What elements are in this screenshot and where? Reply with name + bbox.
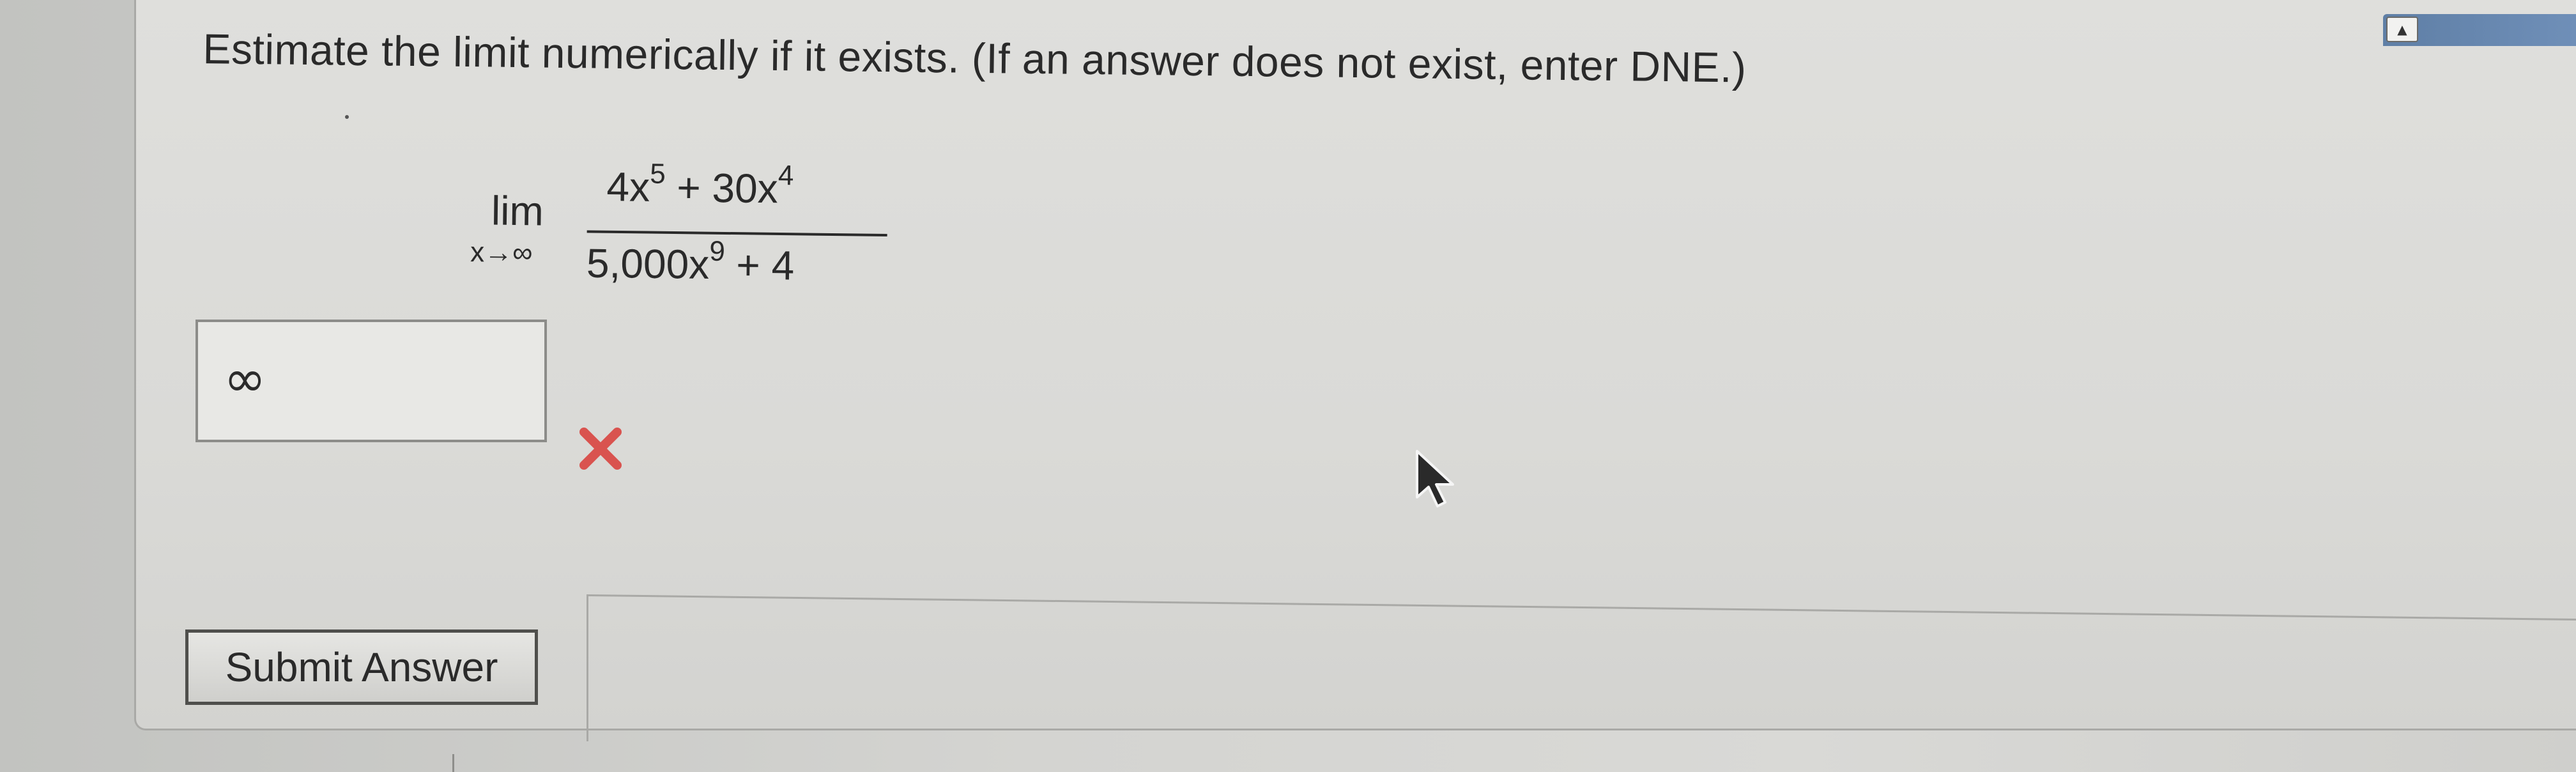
numerator-term-2: + 30x	[665, 164, 779, 212]
numerator-term-1: 4x	[606, 164, 650, 210]
denominator-term-1: 5,000x	[586, 240, 710, 288]
answer-input[interactable]: ∞	[195, 320, 547, 442]
numerator-exp-2: 4	[778, 159, 794, 192]
screen: ▲ Estimate the limit numerically if it e…	[0, 0, 2576, 772]
denominator-exp-1: 9	[709, 235, 726, 267]
lim-subscript: x→∞	[470, 236, 533, 269]
fraction: 4x5 + 30x4 5,000x9 + 4	[586, 158, 888, 312]
close-icon	[579, 428, 622, 470]
answer-value: ∞	[224, 349, 266, 408]
mouse-pointer-icon	[1416, 450, 1454, 507]
up-arrow-icon[interactable]: ▲	[2386, 17, 2418, 42]
numerator: 4x5 + 30x4	[606, 158, 794, 213]
bottom-tick	[452, 754, 454, 772]
submit-answer-button[interactable]: Submit Answer	[185, 629, 538, 705]
numerator-exp-1: 5	[650, 158, 666, 190]
stray-dot	[345, 115, 349, 119]
lim-label: lim	[491, 187, 544, 235]
footer-edge	[586, 594, 588, 741]
denominator-term-2: + 4	[724, 242, 795, 289]
fraction-bar	[586, 230, 887, 237]
denominator: 5,000x9 + 4	[586, 235, 795, 289]
